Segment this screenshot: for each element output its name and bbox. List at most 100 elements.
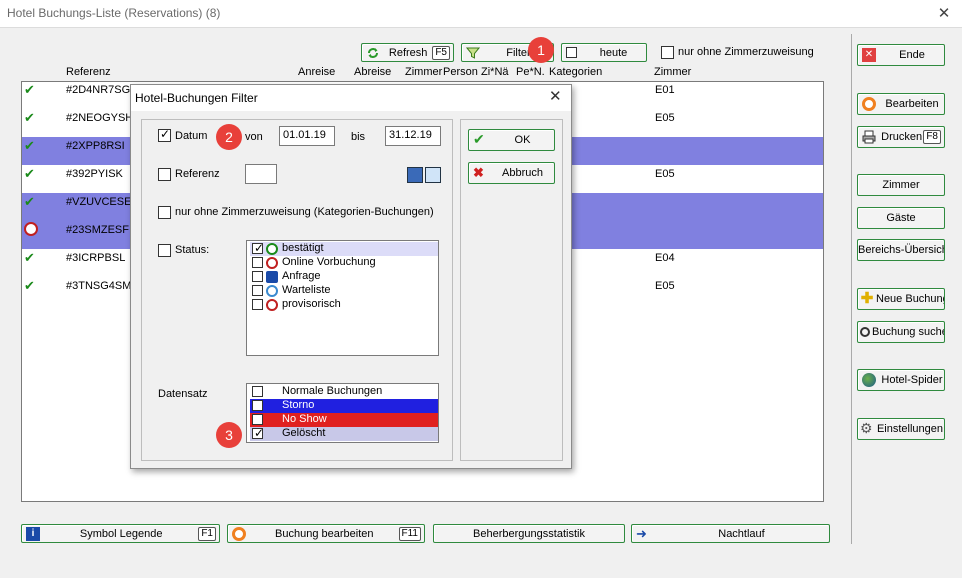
bereichs-uebersicht-button[interactable]: Bereichs-Übersich — [857, 239, 945, 261]
datensatz-listbox[interactable]: Normale Buchungen Storno No Show Gelöscht — [246, 383, 439, 443]
referenz-label: Referenz — [175, 168, 220, 180]
drucken-shortcut: F8 — [923, 130, 941, 144]
suche-label: Buchung suche — [872, 326, 945, 338]
col-zimmer-short[interactable]: Zimmer — [405, 66, 442, 78]
col-referenz[interactable]: Referenz — [66, 66, 111, 78]
status-list-item[interactable]: bestätigt — [250, 241, 438, 256]
anfrage-icon — [266, 271, 278, 283]
status-item-checkbox[interactable] — [252, 257, 263, 268]
status-listbox[interactable]: bestätigt Online Vorbuchung Anfrage Warteli… — [246, 240, 439, 356]
refresh-button[interactable]: Refresh F5 — [361, 43, 454, 62]
search-icon — [860, 327, 870, 337]
row-referenz: #2D4NR7SG — [66, 84, 131, 96]
datensatz-item-label: Storno — [282, 399, 315, 411]
row-referenz: #3ICRPBSL — [66, 252, 126, 264]
row-referenz: #3TNSG4SM — [66, 280, 132, 292]
ok-button[interactable]: ✔ OK — [468, 129, 555, 151]
arrow-right-icon: ➜ — [636, 525, 647, 541]
online-booking-status-icon — [24, 222, 38, 236]
von-date-field[interactable]: 01.01.19 — [279, 126, 335, 146]
status-item-label: Warteliste — [282, 284, 331, 296]
row-zimmer: E05 — [655, 168, 675, 180]
refresh-label: Refresh — [388, 46, 428, 59]
referenz-checkbox[interactable] — [158, 168, 171, 181]
datensatz-item-checkbox[interactable] — [252, 414, 263, 425]
heute-checkbox-icon — [566, 47, 577, 58]
zimmer-button[interactable]: Zimmer — [857, 174, 945, 196]
bis-date-field[interactable]: 31.12.19 — [385, 126, 441, 146]
heute-button[interactable]: heute — [561, 43, 647, 62]
col-zina[interactable]: Zi*Nä — [481, 66, 509, 78]
buchung-bearbeiten-button[interactable]: Buchung bearbeiten F11 — [227, 524, 425, 543]
col-zimmer[interactable]: Zimmer — [654, 66, 691, 78]
referenz-field[interactable] — [245, 164, 277, 184]
status-item-checkbox[interactable] — [252, 271, 263, 282]
row-zimmer: E01 — [655, 84, 675, 96]
row-referenz: #23SMZESF — [66, 224, 129, 236]
referenz-list-icon[interactable] — [407, 167, 423, 183]
status-list-item[interactable]: Anfrage — [250, 270, 438, 284]
col-person[interactable]: Person — [443, 66, 478, 78]
drucken-button[interactable]: Drucken F8 — [857, 126, 945, 148]
bearbeiten-button[interactable]: Bearbeiten — [857, 93, 945, 115]
ende-button[interactable]: ✕ Ende — [857, 44, 945, 66]
col-kategorien[interactable]: Kategorien — [549, 66, 602, 78]
edit-icon — [862, 97, 876, 111]
datensatz-item-checkbox[interactable] — [252, 400, 263, 411]
abbruch-button[interactable]: ✖ Abbruch — [468, 162, 555, 184]
status-list-item[interactable]: Online Vorbuchung — [250, 256, 438, 270]
datensatz-list-item[interactable]: Storno — [250, 399, 438, 413]
neue-buchung-button[interactable]: ✚ Neue Buchung — [857, 288, 945, 310]
status-list-item[interactable]: Warteliste — [250, 284, 438, 298]
dialog-close-icon[interactable]: ✕ — [549, 87, 562, 105]
abbruch-label: Abbruch — [502, 167, 543, 179]
datensatz-list-item[interactable]: Gelöscht — [250, 426, 438, 441]
window-titlebar: Hotel Buchungs-Liste (Reservations) (8) … — [0, 0, 962, 28]
online-vorbuchung-icon — [266, 257, 278, 269]
status-item-checkbox[interactable] — [252, 285, 263, 296]
bottom-bearbeiten-shortcut: F11 — [398, 526, 421, 541]
symbol-legende-button[interactable]: i Symbol Legende F1 — [21, 524, 220, 543]
nachtlauf-button[interactable]: ➜ Nachtlauf — [631, 524, 830, 543]
gaeste-button[interactable]: Gäste — [857, 207, 945, 229]
status-list-item[interactable]: provisorisch — [250, 298, 438, 312]
col-anreise[interactable]: Anreise — [298, 66, 335, 78]
globe-icon — [862, 373, 876, 387]
col-abreise[interactable]: Abreise — [354, 66, 391, 78]
filter-icon — [466, 47, 480, 59]
beherbergungsstatistik-button[interactable]: Beherbergungsstatistik — [433, 524, 625, 543]
drucken-label: Drucken — [881, 131, 923, 143]
buchung-suche-button[interactable]: Buchung suche — [857, 321, 945, 343]
referenz-search-icon[interactable] — [425, 167, 441, 183]
datensatz-item-label: Normale Buchungen — [282, 385, 383, 397]
datensatz-item-checkbox[interactable] — [252, 426, 264, 440]
status-item-checkbox[interactable] — [252, 241, 264, 255]
datensatz-list-item[interactable]: No Show — [250, 413, 438, 427]
ok-label: OK — [514, 134, 531, 146]
confirmed-status-icon: ✔ — [24, 194, 35, 209]
confirmed-status-icon: ✔ — [24, 138, 35, 153]
datensatz-list-item[interactable]: Normale Buchungen — [250, 385, 438, 399]
col-pen[interactable]: Pe*N. — [516, 66, 545, 78]
nur-ohne-zimmer-checkbox[interactable] — [158, 206, 171, 219]
nur-ohne-checkbox[interactable] — [661, 46, 674, 59]
datum-checkbox[interactable] — [158, 127, 171, 142]
nachtlauf-label: Nachtlauf — [718, 527, 765, 540]
datensatz-item-checkbox[interactable] — [252, 386, 263, 397]
datensatz-item-label: No Show — [282, 413, 327, 425]
status-item-checkbox[interactable] — [252, 299, 263, 310]
nur-ohne-zimmer-label: nur ohne Zimmerzuweisung (Kategorien-Buc… — [175, 206, 434, 218]
legend-icon: i — [26, 526, 40, 541]
statistik-label: Beherbergungsstatistik — [473, 527, 585, 540]
status-item-label: Anfrage — [282, 270, 321, 282]
refresh-shortcut: F5 — [432, 45, 450, 60]
status-checkbox[interactable] — [158, 244, 171, 257]
status-item-label: bestätigt — [282, 242, 324, 254]
confirmed-status-icon: ✔ — [24, 110, 35, 125]
datensatz-label: Datensatz — [158, 388, 208, 400]
window-close-icon[interactable]: ✕ — [934, 4, 954, 24]
status-item-label: Online Vorbuchung — [282, 256, 376, 268]
einstellungen-button[interactable]: ⚙ Einstellungen — [857, 418, 945, 440]
row-zimmer: E04 — [655, 252, 675, 264]
hotel-spider-button[interactable]: Hotel-Spider — [857, 369, 945, 391]
